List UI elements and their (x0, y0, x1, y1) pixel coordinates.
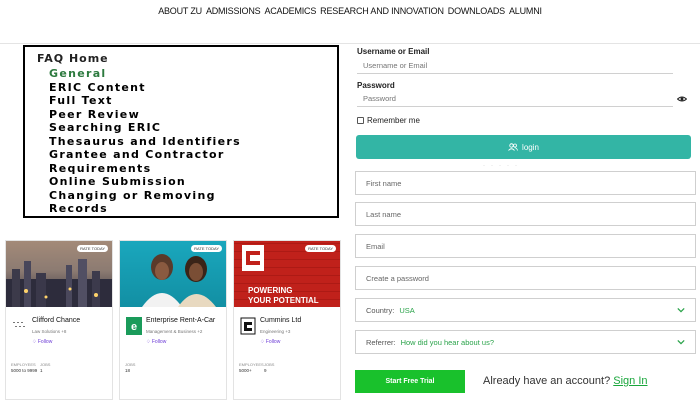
stat-label: EMPLOYEES (11, 362, 36, 367)
stat-value: 1 (40, 368, 43, 373)
rate-badge: RATE TODAY (191, 245, 222, 252)
faq-item-online-submission[interactable]: Online Submission (49, 175, 325, 189)
company-name[interactable]: Cummins Ltd (260, 317, 301, 324)
faq-item-searching-eric[interactable]: Searching ERIC (49, 121, 325, 135)
referrer-label: Referrer: (366, 337, 396, 347)
password-label: Password (357, 81, 395, 90)
faq-item-thesaurus[interactable]: Thesaurus and Identifiers (49, 135, 325, 149)
banner-text-2: YOUR POTENTIAL (248, 296, 319, 305)
username-input[interactable] (357, 58, 673, 74)
faq-item-general[interactable]: General (49, 67, 325, 81)
already-text: Already have an account? (483, 375, 611, 387)
company-sector: Law Solutions +8 (32, 329, 67, 334)
people-banner: RATE TODAY (120, 241, 226, 307)
faq-list: General ERIC Content Full Text Peer Revi… (37, 67, 325, 216)
nav-alumni[interactable]: ALUMNI (509, 6, 542, 16)
stat-value: 5000 to 9999 (11, 368, 38, 373)
company-name[interactable]: Clifford Chance (32, 317, 80, 324)
stat-value: 5000+ (239, 368, 252, 373)
nav-about[interactable]: ABOUT ZU (158, 6, 202, 16)
cummins-logo (239, 315, 257, 337)
users-icon (508, 143, 518, 151)
stat-label: EMPLOYEES (239, 362, 264, 367)
rate-badge: RATE TODAY (77, 245, 108, 252)
nav-admissions[interactable]: ADMISSIONS (206, 6, 261, 16)
company-cards: RATE TODAY Clifford Chance Law Solutions… (5, 240, 345, 400)
svg-text:e: e (131, 321, 137, 333)
faq-item-requirements[interactable]: Requirements (49, 162, 325, 176)
first-name-field[interactable]: First name (355, 171, 696, 195)
stat-value: 18 (125, 368, 131, 373)
faq-home-link[interactable]: FAQ Home (37, 52, 325, 65)
faq-item-changing[interactable]: Changing or Removing (49, 189, 325, 203)
country-value: USA (399, 305, 415, 315)
stat-label: JOBS (264, 362, 275, 367)
login-button[interactable]: login (356, 135, 691, 159)
faq-item-peer-review[interactable]: Peer Review (49, 108, 325, 122)
country-label: Country: (366, 305, 395, 315)
company-card-clifford-chance[interactable]: RATE TODAY Clifford Chance Law Solutions… (5, 240, 113, 400)
chevron-down-icon (677, 339, 685, 345)
nav-downloads[interactable]: DOWNLOADS (448, 6, 505, 16)
bell-icon: ♢ (260, 339, 265, 345)
auth-panel: Username or Email Password Remember me l… (355, 44, 700, 400)
password-input[interactable] (357, 91, 673, 107)
referrer-select[interactable]: Referrer: How did you hear about us? (355, 330, 696, 354)
nav-academics[interactable]: ACADEMICS (264, 6, 316, 16)
top-nav: ABOUT ZU ADMISSIONS ACADEMICS RESEARCH A… (0, 0, 700, 44)
chevron-down-icon (677, 307, 685, 313)
login-button-label: login (522, 142, 539, 152)
stat-value: 9 (264, 368, 267, 373)
follow-link[interactable]: ♢ Follow (260, 339, 280, 345)
signin-prompt: Already have an account? Sign In (483, 375, 648, 387)
brick-banner: POWERING YOUR POTENTIAL RATE TODAY (234, 241, 340, 307)
faq-item-grantee[interactable]: Grantee and Contractor (49, 148, 325, 162)
company-name[interactable]: Enterprise Rent-A-Car (146, 317, 215, 324)
last-name-field[interactable]: Last name (355, 202, 696, 226)
eye-icon[interactable] (677, 96, 687, 102)
follow-link[interactable]: ♢ Follow (32, 339, 52, 345)
faq-item-records[interactable]: Records (49, 202, 325, 216)
username-label: Username or Email (357, 47, 430, 56)
company-sector: Engineering +3 (260, 329, 291, 334)
bell-icon: ♢ (32, 339, 37, 345)
email-field[interactable]: Email (355, 234, 696, 258)
stat-label: JOBS (125, 362, 136, 367)
company-card-cummins[interactable]: POWERING YOUR POTENTIAL RATE TODAY Cummi… (233, 240, 341, 400)
sign-in-link[interactable]: Sign In (613, 375, 647, 387)
city-skyline-banner: RATE TODAY (6, 241, 112, 307)
faq-item-eric-content[interactable]: ERIC Content (49, 81, 325, 95)
divider: ····· (483, 163, 523, 169)
company-sector: Management & Business +2 (146, 329, 203, 334)
country-select[interactable]: Country: USA (355, 298, 696, 322)
stat-label: JOBS (40, 362, 51, 367)
start-free-trial-button[interactable]: Start Free Trial (355, 370, 465, 393)
clifford-chance-logo (11, 315, 29, 337)
company-card-enterprise[interactable]: RATE TODAY e Enterprise Rent-A-Car Manag… (119, 240, 227, 400)
remember-label: Remember me (367, 116, 420, 125)
faq-menu: FAQ Home General ERIC Content Full Text … (23, 45, 339, 218)
nav-research[interactable]: RESEARCH AND INNOVATION (320, 6, 444, 16)
create-password-field[interactable]: Create a password (355, 266, 696, 290)
follow-link[interactable]: ♢ Follow (146, 339, 166, 345)
faq-item-full-text[interactable]: Full Text (49, 94, 325, 108)
enterprise-logo: e (125, 315, 143, 337)
bell-icon: ♢ (146, 339, 151, 345)
remember-me[interactable]: Remember me (357, 116, 420, 125)
referrer-value: How did you hear about us? (400, 337, 494, 347)
banner-text-1: POWERING (248, 286, 292, 295)
remember-checkbox[interactable] (357, 117, 364, 124)
rate-badge: RATE TODAY (305, 245, 336, 252)
